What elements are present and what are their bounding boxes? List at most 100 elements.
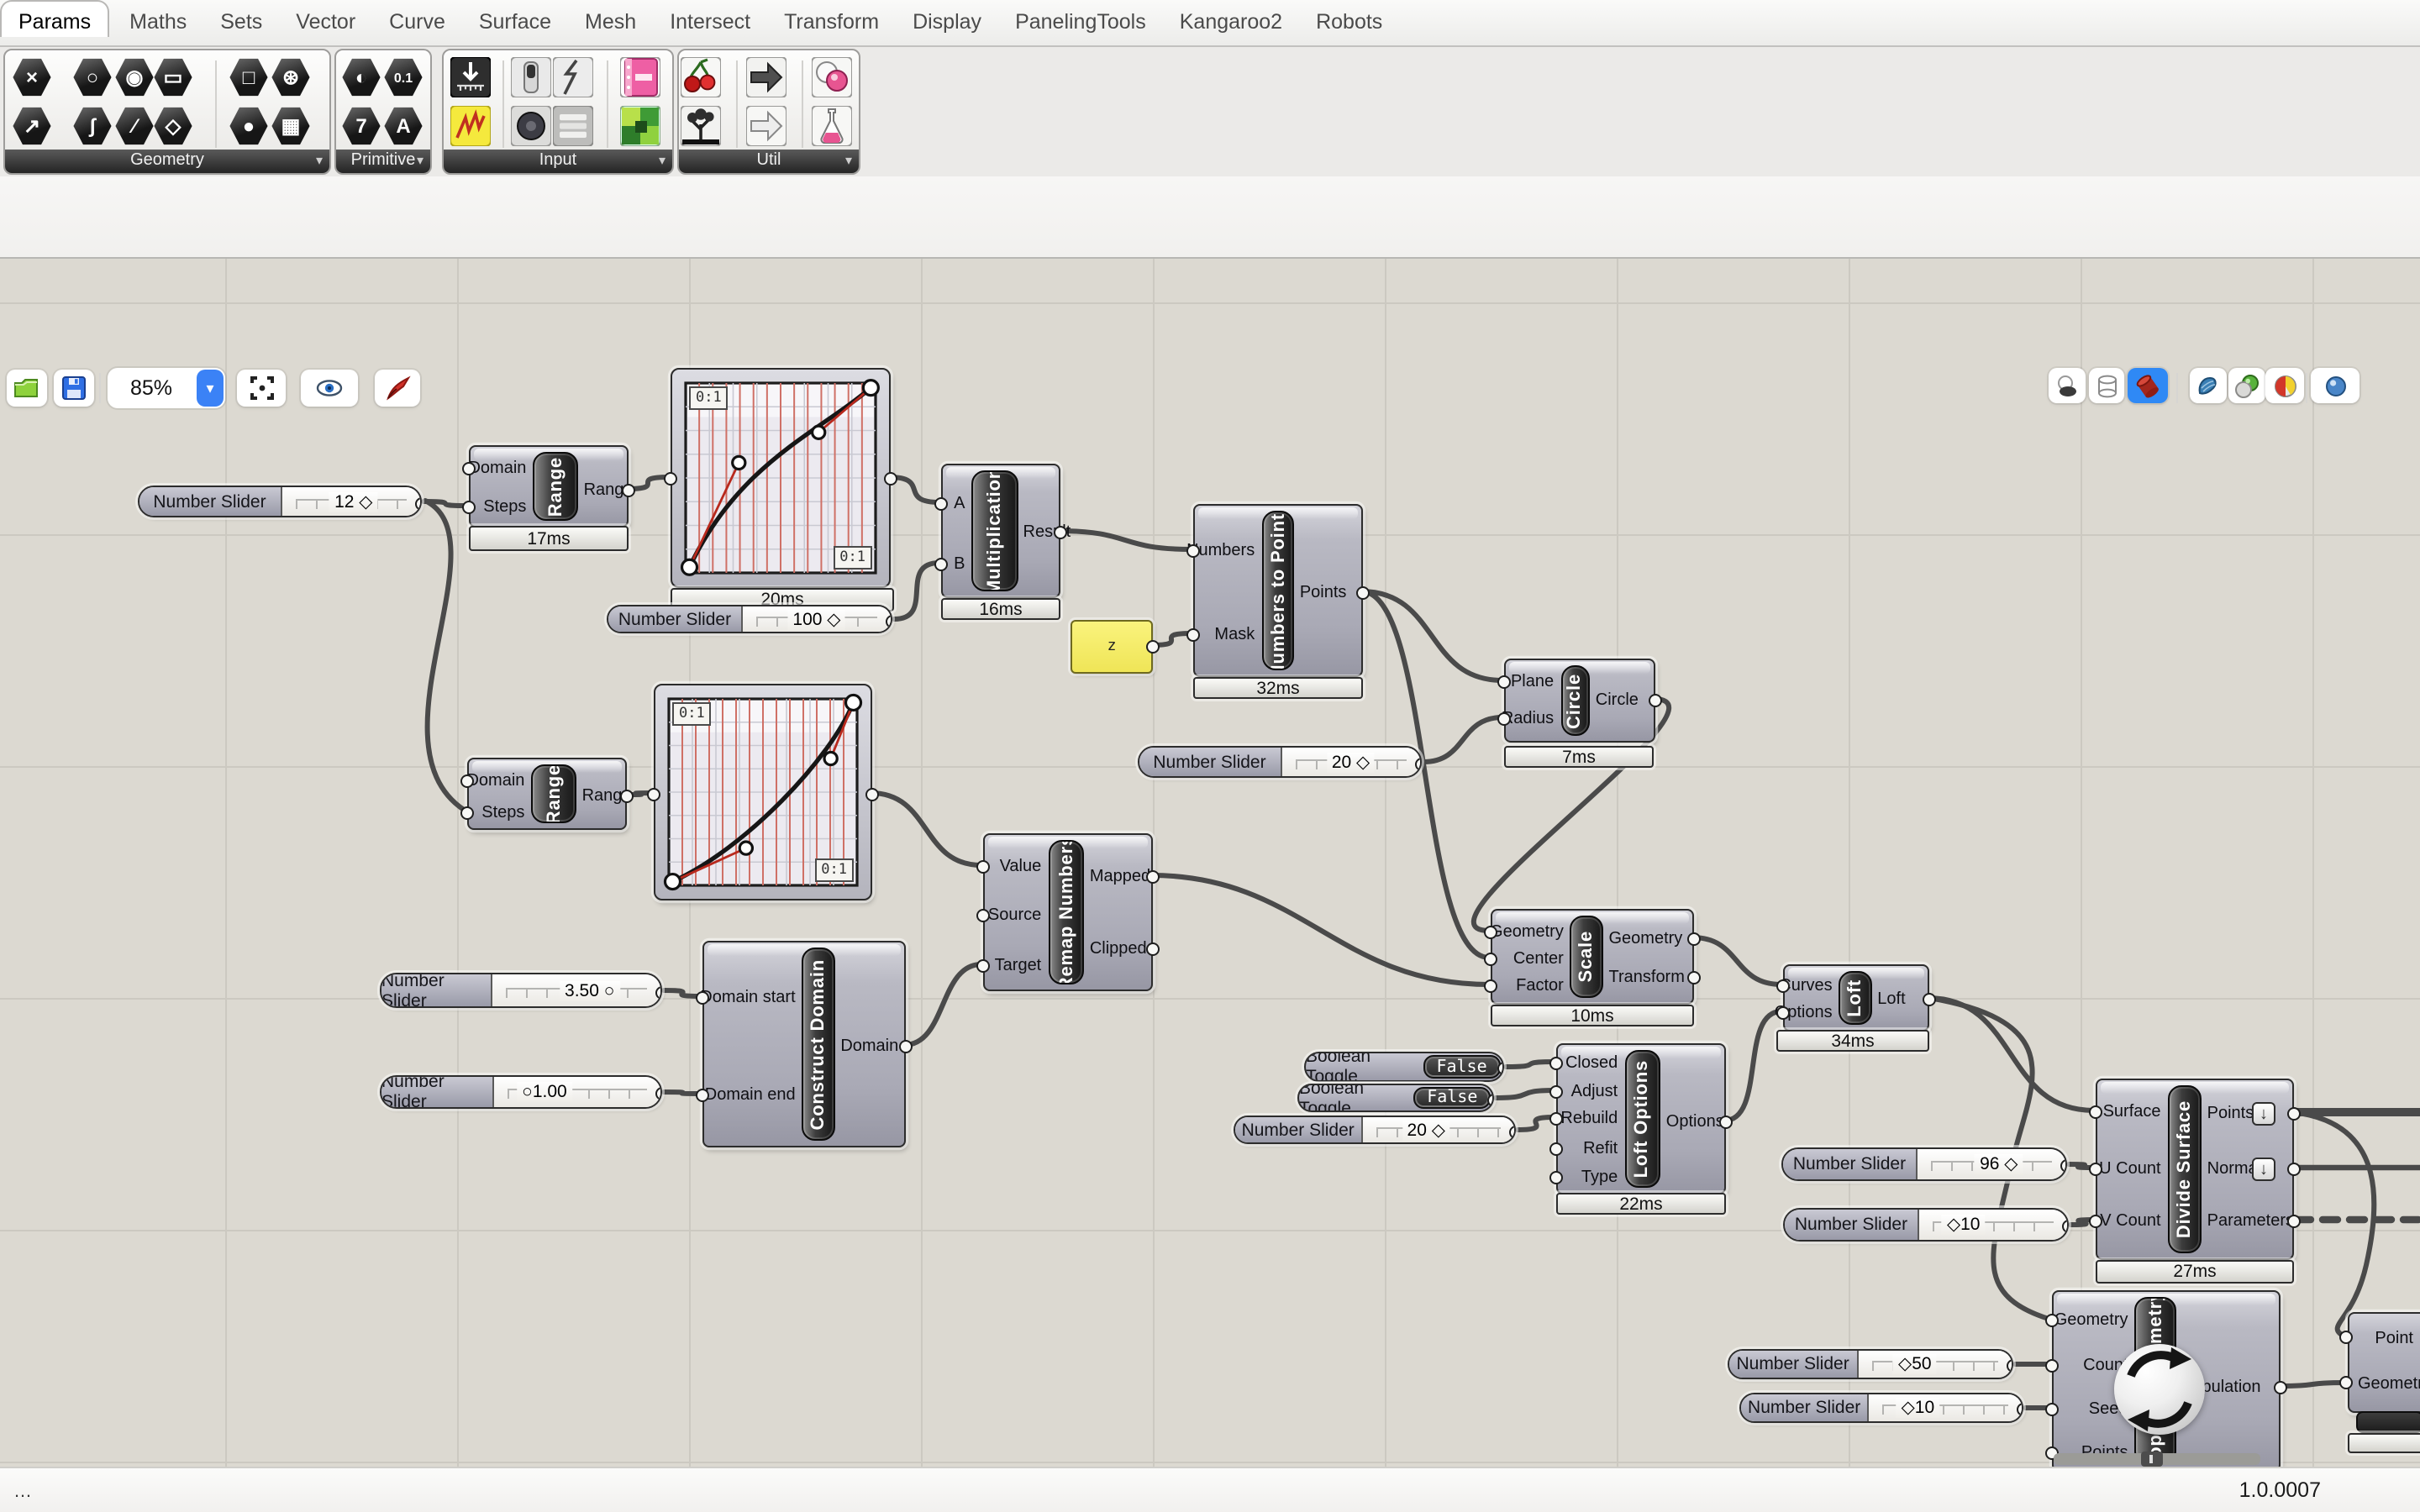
menu-tab-kangaroo2[interactable]: Kangaroo2 [1163, 0, 1299, 42]
input-nub[interactable] [460, 806, 474, 820]
number-slider-steps[interactable]: Number Slider12 ◇ [138, 486, 422, 517]
output-nub[interactable] [2287, 1215, 2301, 1228]
slider-value[interactable]: ◇10 [1942, 1215, 1986, 1235]
spheres-icon[interactable] [812, 57, 852, 97]
ribbon-group-label[interactable]: Primitive▾ [336, 150, 430, 173]
output-nub[interactable] [1146, 870, 1160, 884]
slider-track[interactable]: ◇10 [1919, 1210, 2067, 1240]
chevron-down-icon[interactable]: ▾ [316, 150, 323, 173]
remap-numbers[interactable]: Remap NumbersValueSourceTargetMappedClip… [983, 833, 1153, 991]
input-nub[interactable] [1549, 1085, 1563, 1099]
scrollbar-grip[interactable] [2140, 1452, 2162, 1467]
menu-tab-display[interactable]: Display [896, 0, 998, 42]
tree-icon[interactable] [681, 106, 721, 146]
input-nub[interactable] [1484, 953, 1497, 966]
ribbon-group-label[interactable]: Input▾ [444, 150, 672, 173]
output-nub[interactable] [1146, 942, 1160, 956]
range-2[interactable]: RangeDomainStepsRange [467, 758, 627, 830]
number-slider-350[interactable]: Number Slider3.50 ○ [380, 973, 662, 1008]
slider-icon[interactable] [450, 57, 491, 97]
zoom-extents-button[interactable] [237, 370, 286, 407]
input-nub[interactable] [460, 774, 474, 788]
input-nub[interactable] [2045, 1403, 2059, 1416]
curve-icon[interactable]: ʃ [72, 106, 113, 146]
menu-tab-sets[interactable]: Sets [203, 0, 279, 42]
component-capsule[interactable]: Range [531, 764, 576, 823]
input-nub[interactable] [1776, 979, 1790, 993]
slider-track[interactable]: 3.50 ○ [492, 974, 660, 1006]
number-slider-radius[interactable]: Number Slider20 ◇ [1138, 746, 1422, 778]
number-slider-50[interactable]: Number Slider◇50 [1728, 1349, 2013, 1379]
input-nub[interactable] [976, 860, 990, 874]
output-nub[interactable] [1356, 586, 1370, 600]
toggle-value[interactable]: False [1423, 1055, 1501, 1079]
menu-tab-panelingtools[interactable]: PanelingTools [998, 0, 1163, 42]
segment-icon[interactable]: ⁄ [114, 106, 155, 146]
input-nub[interactable] [2089, 1215, 2102, 1228]
output-nub[interactable] [2287, 1163, 2301, 1176]
sphere-icon[interactable]: ● [229, 106, 269, 146]
edge-component[interactable]: PointGeometry [2348, 1312, 2420, 1413]
output-nub[interactable] [622, 484, 635, 497]
input-nub[interactable] [1497, 712, 1511, 726]
arrow-light-icon[interactable] [746, 106, 786, 146]
decimal-icon[interactable]: 0.1 [383, 57, 424, 97]
panel-icon[interactable] [553, 106, 593, 146]
panel-z[interactable]: z [1071, 620, 1153, 674]
menu-tab-mesh[interactable]: Mesh [568, 0, 653, 42]
slider-track[interactable]: 100 ◇ [743, 606, 891, 632]
input-nub[interactable] [1484, 926, 1497, 939]
display-ghost-button[interactable] [2049, 368, 2086, 403]
menu-tab-surface[interactable]: Surface [462, 0, 568, 42]
menu-tab-curve[interactable]: Curve [372, 0, 462, 42]
input-nub[interactable] [696, 1089, 709, 1102]
circle-icon[interactable]: ○ [72, 57, 113, 97]
output-nub[interactable] [1649, 694, 1662, 707]
range-1[interactable]: RangeDomainStepsRange [469, 445, 629, 528]
number-slider-10a[interactable]: Number Slider◇10 [1783, 1208, 2069, 1242]
input-nub[interactable] [462, 501, 476, 514]
display-shaded-button[interactable] [2128, 368, 2168, 403]
output-nub[interactable] [1719, 1116, 1733, 1129]
sketch-button[interactable] [375, 370, 420, 407]
cherry-icon[interactable] [681, 57, 721, 97]
loft[interactable]: LoftCurvesOptionsLoft [1783, 964, 1929, 1032]
slider-track[interactable]: ◇50 [1858, 1351, 2012, 1378]
vector-icon[interactable]: ↗ [12, 106, 52, 146]
input-nub[interactable] [1186, 628, 1200, 642]
menu-tab-robots[interactable]: Robots [1299, 0, 1399, 42]
component-capsule[interactable]: Multiplication [972, 470, 1018, 591]
output-nub[interactable] [2287, 1107, 2301, 1121]
input-nub[interactable] [462, 462, 476, 475]
snowflake-icon[interactable]: ⊛ [271, 57, 311, 97]
slider-value[interactable]: 3.50 ○ [560, 980, 619, 1000]
input-nub[interactable] [696, 991, 709, 1005]
input-nub[interactable] [2045, 1314, 2059, 1327]
component-capsule[interactable]: Loft [1839, 971, 1873, 1025]
input-nub[interactable] [1549, 1112, 1563, 1126]
input-nub[interactable] [1549, 1171, 1563, 1184]
canvas-hscrollbar[interactable] [2054, 1453, 2260, 1465]
input-nub[interactable] [1186, 544, 1200, 558]
slider-track[interactable]: ◇10 [1869, 1394, 2022, 1421]
output-nub[interactable] [620, 790, 634, 803]
display-blue-button[interactable] [2311, 368, 2360, 403]
component-capsule[interactable]: Divide Surface [2168, 1085, 2202, 1253]
number-slider-100[interactable]: Number Slider100 ◇ [607, 605, 892, 633]
output-nub[interactable] [1923, 993, 1936, 1006]
input-nub[interactable] [1549, 1142, 1563, 1156]
input-nub[interactable] [934, 497, 948, 511]
input-nub[interactable] [1497, 675, 1511, 689]
output-nub[interactable] [1687, 971, 1701, 984]
menu-tab-maths[interactable]: Maths [113, 0, 203, 42]
slider-track[interactable]: 96 ◇ [1918, 1149, 2065, 1179]
input-nub[interactable] [2089, 1105, 2102, 1119]
component-capsule[interactable]: Construct Domain [802, 948, 836, 1141]
box-icon[interactable]: □ [229, 57, 269, 97]
graph-mapper-2[interactable]: 0:10:1 [654, 684, 872, 900]
number-slider-96[interactable]: Number Slider96 ◇ [1781, 1147, 2067, 1181]
open-button[interactable] [7, 370, 47, 407]
surface-icon[interactable]: ▭ [153, 57, 193, 97]
output-nub[interactable] [1687, 932, 1701, 946]
display-mesh-button[interactable] [2190, 368, 2227, 403]
